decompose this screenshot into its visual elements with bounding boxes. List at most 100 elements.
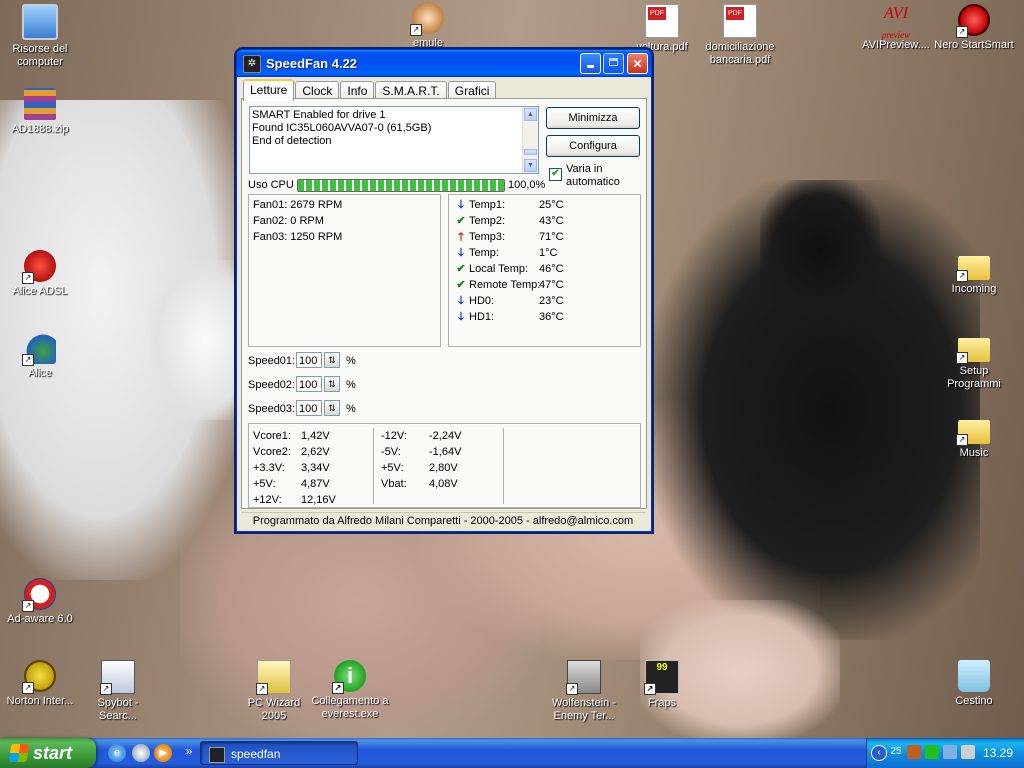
desktop-icon-music[interactable]: ↗ Music xyxy=(934,414,1014,460)
start-button[interactable]: start xyxy=(0,738,96,768)
shortcut-arrow-icon: ↗ xyxy=(22,682,34,694)
speed03-input[interactable]: 100 xyxy=(296,400,322,416)
minimize-button[interactable]: Minimizza xyxy=(546,107,640,129)
desktop-icon-voltura-pdf[interactable]: voltura.pdf xyxy=(622,4,702,54)
configure-button[interactable]: Configura xyxy=(546,135,640,157)
voltage-name: Vcore2: xyxy=(253,446,291,458)
log-scrollbar[interactable]: ▲ ▼ xyxy=(522,107,538,173)
desktop-icon-nero[interactable]: ↗ Nero StartSmart xyxy=(934,4,1014,52)
window-titlebar[interactable]: ✲ SpeedFan 4.22 ✕ xyxy=(237,50,651,77)
clock[interactable]: 13.29 xyxy=(983,738,1013,768)
desktop-icon-label: Setup Programmi xyxy=(947,365,1001,390)
wolfenstein-icon: ↗ xyxy=(566,660,601,695)
desktop-icon-my-computer[interactable]: Risorse del computer xyxy=(0,4,80,69)
speedfan-window: ✲ SpeedFan 4.22 ✕ Letture Clock Info S.M… xyxy=(236,49,652,532)
voltage-value: 12,16V xyxy=(301,494,336,506)
voltage-name: +12V: xyxy=(253,494,282,506)
tab-letture[interactable]: Letture xyxy=(243,79,295,101)
auto-vary-checkbox[interactable]: ✔ xyxy=(549,168,562,181)
tray-network-icon[interactable] xyxy=(925,745,939,759)
voltage-column-right: -12V: -2,24V -5V: -1,64V +5V: 2,80V Vbat: 4,… xyxy=(381,428,461,492)
preview-glyph: preview xyxy=(881,30,911,40)
minimize-window-button[interactable] xyxy=(580,53,601,74)
close-window-button[interactable]: ✕ xyxy=(627,53,648,74)
desktop-icon-recycle-bin[interactable]: Cestino xyxy=(934,660,1014,708)
speedfan-task-icon xyxy=(209,747,225,763)
voltage-value: 2,62V xyxy=(301,446,330,458)
detection-log[interactable]: SMART Enabled for drive 1 Found IC35L060… xyxy=(249,106,539,174)
pc-wizard-icon: ↗ xyxy=(256,660,291,695)
shortcut-arrow-icon: ↗ xyxy=(100,683,112,695)
desktop-icon-ad1888-zip[interactable]: AD1888.zip xyxy=(0,88,80,136)
internet-explorer-icon[interactable]: e xyxy=(108,744,126,762)
adaware-icon: ↗ xyxy=(22,578,56,612)
temp-down-arrow-icon: 🡓 xyxy=(458,247,464,259)
desktop-icon-incoming[interactable]: ↗ Incoming xyxy=(934,250,1014,296)
fan-reading: Fan03: 1250 RPM xyxy=(253,231,343,243)
temp-value: 25°C xyxy=(539,199,564,211)
desktop-icon-alice-adsl[interactable]: ↗ Alice ADSL xyxy=(0,250,80,298)
cpu-usage-fill xyxy=(298,180,504,191)
explorer-quicklaunch-icon[interactable] xyxy=(132,744,150,762)
cpu-usage-value: 100,0% xyxy=(508,179,546,191)
desktop-icon-label: Incoming xyxy=(951,283,997,295)
media-player-icon[interactable]: ▶ xyxy=(154,744,172,762)
taskbar-item-speedfan[interactable]: speedfan xyxy=(200,741,358,765)
tray-monitor-icon[interactable] xyxy=(943,745,957,759)
scroll-down-arrow-icon[interactable]: ▼ xyxy=(524,159,537,172)
desktop-icon-setup-programmi[interactable]: ↗ Setup Programmi xyxy=(934,332,1014,391)
wallpaper-dog xyxy=(650,180,980,640)
desktop-icon-avipreview[interactable]: AVI preview AVIPreview.... xyxy=(856,4,936,52)
temperature-readings-box: 🡓 Temp1: 25°C ✔ Temp2: 43°C 🡑 Temp3: 71°C 🡓 Tem… xyxy=(448,194,641,347)
maximize-window-button[interactable] xyxy=(603,53,624,74)
desktop-icon-emule[interactable]: ↗ emule xyxy=(388,2,468,50)
desktop-icon-alice[interactable]: ↗ Alice xyxy=(0,332,80,380)
tray-volume-icon[interactable] xyxy=(961,745,975,759)
desktop-icon-fraps[interactable]: 99 ↗ Fraps xyxy=(622,660,702,710)
speed01-control: Speed01: 100 ⇅ % xyxy=(248,351,356,371)
speed-label: Speed03: xyxy=(248,403,296,415)
voltage-divider xyxy=(373,428,374,504)
quicklaunch-more-icon[interactable]: » xyxy=(180,742,198,760)
scroll-up-arrow-icon[interactable]: ▲ xyxy=(524,108,537,121)
temp-row: 🡓 Temp: 1°C xyxy=(455,246,557,260)
log-line: End of detection xyxy=(252,135,332,147)
desktop-icon-wolfenstein[interactable]: ↗ Wolfenstein - Enemy Ter... xyxy=(544,660,624,723)
desktop-icon-norton[interactable]: ↗ Norton Inter... xyxy=(0,660,80,708)
desktop-icon-spybot[interactable]: ↗ Spybot - Searc... xyxy=(78,660,158,723)
tray-expand-arrow-icon[interactable]: ‹ xyxy=(871,745,887,761)
tray-app-icon[interactable] xyxy=(907,745,921,759)
voltage-row: -12V: -2,24V xyxy=(381,428,461,444)
speed03-spinner-icon[interactable]: ⇅ xyxy=(324,400,340,416)
temp-row: 🡑 Temp3: 71°C xyxy=(455,230,563,244)
shortcut-arrow-icon: ↗ xyxy=(410,24,422,36)
tray-speedfan-temp[interactable]: 25 xyxy=(889,745,903,759)
avipreview-icon: AVI preview xyxy=(880,4,912,40)
voltage-name: +5V: xyxy=(381,462,404,474)
speed01-input[interactable]: 100 xyxy=(296,352,322,368)
maximize-icon xyxy=(609,58,618,66)
wallpaper-dog-head xyxy=(760,180,880,320)
speed02-input[interactable]: 100 xyxy=(296,376,322,392)
shortcut-arrow-icon: ↗ xyxy=(22,272,34,284)
desktop-icon-pc-wizard[interactable]: ↗ PC Wizard 2005 xyxy=(234,660,314,723)
desktop-icon-domiciliazione-pdf[interactable]: domiciliazione bancaria.pdf xyxy=(700,4,780,67)
fraps-glyph: 99 xyxy=(656,662,668,673)
spybot-icon: ↗ xyxy=(100,660,135,695)
desktop-icon-everest[interactable]: i ↗ Collegamento a everest.exe xyxy=(310,660,390,721)
speedfan-app-icon[interactable]: ✲ xyxy=(243,54,261,73)
voltage-row: +5V: 2,80V xyxy=(381,460,461,476)
speed02-spinner-icon[interactable]: ⇅ xyxy=(324,376,340,392)
folder-icon: ↗ xyxy=(956,256,990,282)
avi-glyph: AVI xyxy=(883,5,909,22)
voltage-row: +12V: 12,16V xyxy=(253,492,336,508)
speed01-spinner-icon[interactable]: ⇅ xyxy=(324,352,340,368)
desktop-icon-adaware[interactable]: ↗ Ad-aware 6.0 xyxy=(0,578,80,626)
voltage-divider xyxy=(503,428,504,504)
scroll-thumb[interactable] xyxy=(524,149,537,155)
temp-row: ✔ Temp2: 43°C xyxy=(455,214,563,228)
cpu-usage-bar xyxy=(297,179,505,192)
voltage-value: 4,08V xyxy=(429,478,458,490)
desktop-icon-label: Nero StartSmart xyxy=(934,39,1014,51)
shortcut-arrow-icon: ↗ xyxy=(956,352,968,364)
